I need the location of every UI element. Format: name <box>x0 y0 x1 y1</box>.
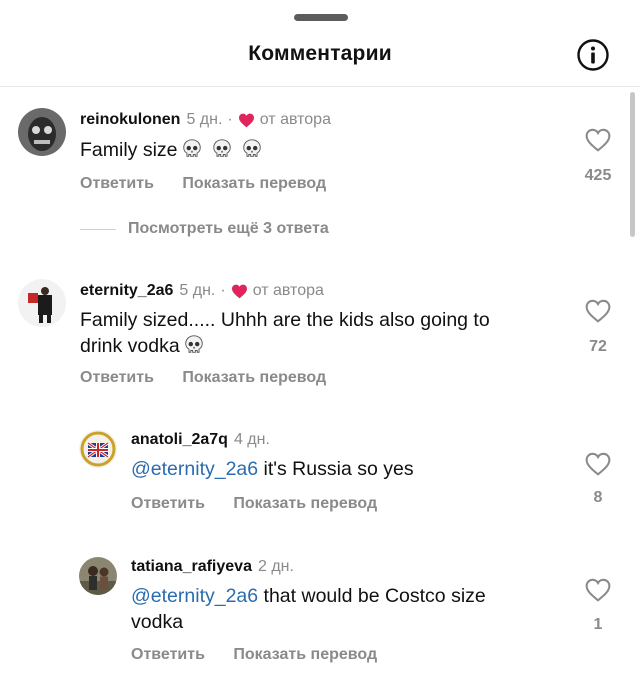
skull-emoji-icon <box>182 139 201 157</box>
by-author-label: от автора <box>252 282 324 299</box>
show-translation-button[interactable]: Показать перевод <box>182 369 326 386</box>
comment-time: 5 дн. <box>179 282 216 299</box>
like-count: 425 <box>584 167 612 184</box>
by-author-label: от автора <box>259 111 331 128</box>
skull-emoji-icon <box>185 335 203 353</box>
reply-meta: anatoli_2a7q 4 дн. <box>131 431 270 449</box>
like-count: 1 <box>593 616 603 633</box>
comment-meta: eternity_2a6 5 дн. · от автора <box>80 282 324 300</box>
skull-emoji-icon <box>212 139 231 157</box>
reply-button[interactable]: Ответить <box>80 175 154 192</box>
like-heart-icon[interactable] <box>585 299 611 323</box>
header-divider <box>0 86 640 87</box>
like-heart-icon[interactable] <box>585 578 611 602</box>
like-count: 8 <box>593 489 603 506</box>
show-translation-button[interactable]: Показать перевод <box>182 175 326 192</box>
reply-username[interactable]: anatoli_2a7q <box>131 431 228 449</box>
reply-meta: tatiana_rafiyeva 2 дн. <box>131 558 294 576</box>
reply-time: 4 дн. <box>233 431 270 448</box>
reply-actions: Ответить Показать перевод <box>131 646 401 664</box>
author-liked-heart-icon <box>238 113 254 127</box>
thread-line <box>80 228 116 230</box>
author-liked-heart-icon <box>231 284 247 298</box>
comments-sheet: Комментарии reinokulonen 5 дн. · от авто… <box>0 0 640 694</box>
avatar[interactable] <box>79 557 117 595</box>
reply-button[interactable]: Ответить <box>131 646 205 663</box>
like-heart-icon[interactable] <box>585 128 611 152</box>
comment-text: Family sized..... Uhhh are the kids also… <box>80 309 490 357</box>
avatar[interactable] <box>18 279 66 327</box>
sheet-grabber[interactable] <box>294 14 348 21</box>
view-more-replies-button[interactable]: Посмотреть ещё 3 ответа <box>80 220 329 238</box>
comment-actions: Ответить Показать перевод <box>80 175 350 193</box>
comment-actions: Ответить Показать перевод <box>80 369 350 387</box>
show-translation-button[interactable]: Показать перевод <box>233 495 377 512</box>
avatar[interactable] <box>18 108 66 156</box>
reply-time: 2 дн. <box>257 558 294 575</box>
page-title: Комментарии <box>248 42 392 65</box>
reply-text: @eternity_2a6 it's Russia so yes <box>131 458 414 480</box>
comment-username[interactable]: reinokulonen <box>80 111 180 129</box>
separator-dot: · <box>227 111 233 128</box>
reply-text: @eternity_2a6 that would be Costco size … <box>131 585 486 633</box>
mention-link[interactable]: @eternity_2a6 <box>131 585 258 607</box>
separator-dot: · <box>220 282 226 299</box>
comment-username[interactable]: eternity_2a6 <box>80 282 173 300</box>
comment-text: Family size <box>80 137 263 163</box>
comment-meta: reinokulonen 5 дн. · от автора <box>80 111 331 129</box>
like-count: 72 <box>589 338 607 355</box>
avatar[interactable] <box>79 430 117 468</box>
comment-time: 5 дн. <box>186 111 223 128</box>
scrollbar[interactable] <box>630 92 635 237</box>
view-more-replies-label: Посмотреть ещё 3 ответа <box>128 220 329 237</box>
reply-username[interactable]: tatiana_rafiyeva <box>131 558 252 576</box>
show-translation-button[interactable]: Показать перевод <box>233 646 377 663</box>
like-heart-icon[interactable] <box>585 452 611 476</box>
mention-link[interactable]: @eternity_2a6 <box>131 458 258 480</box>
reply-button[interactable]: Ответить <box>131 495 205 512</box>
info-icon[interactable] <box>576 38 610 72</box>
reply-button[interactable]: Ответить <box>80 369 154 386</box>
skull-emoji-icon <box>242 139 261 157</box>
reply-actions: Ответить Показать перевод <box>131 495 401 513</box>
